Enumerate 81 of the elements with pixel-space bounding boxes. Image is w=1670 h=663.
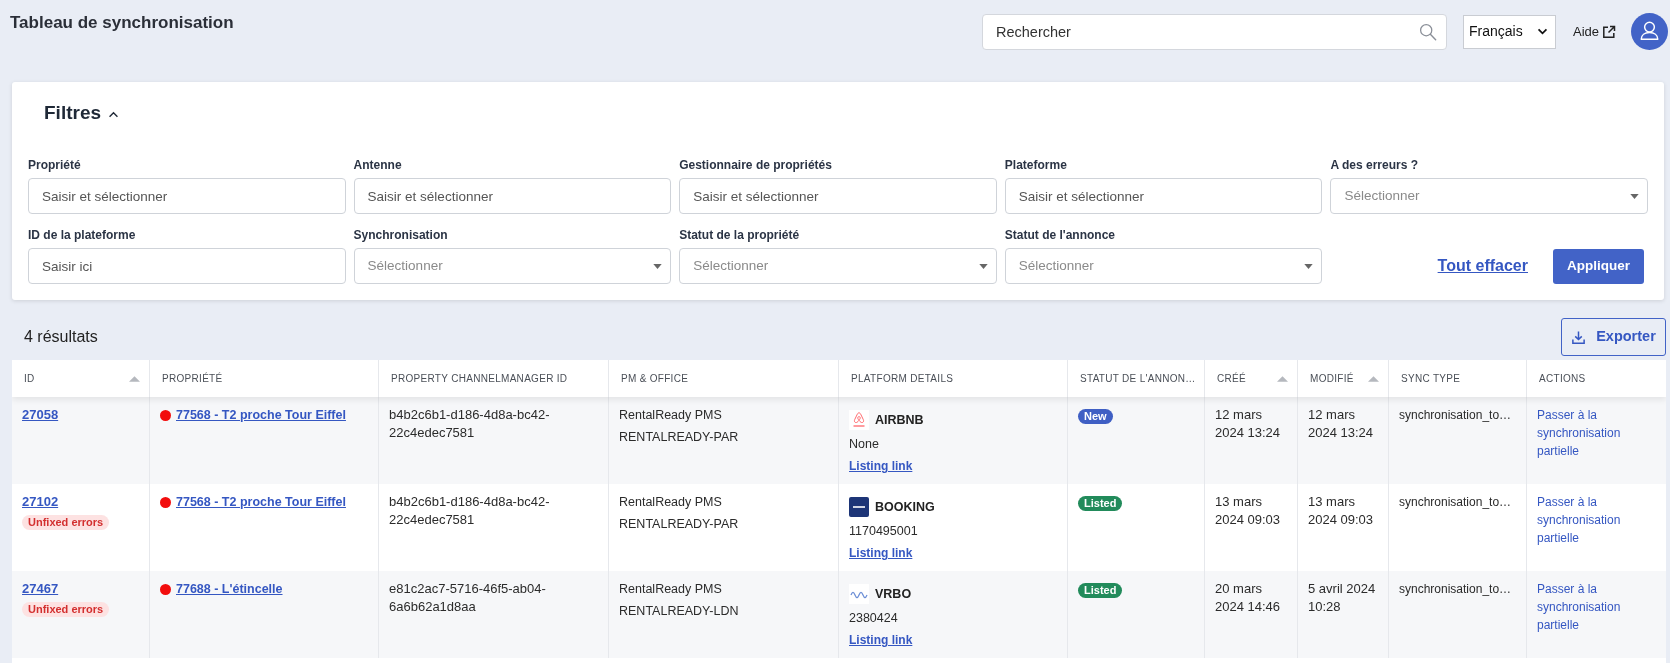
status-badge: Listed xyxy=(1078,496,1123,511)
listing-id: 1170495001 xyxy=(849,523,918,540)
field-label: Propriété xyxy=(28,157,82,173)
platform-name: VRBO xyxy=(875,585,912,603)
apply-button[interactable]: Appliquer xyxy=(1553,248,1644,284)
office-code: RENTALREADY-LDN xyxy=(619,603,739,620)
modified-date: 5 avril 2024 10:28 xyxy=(1308,580,1377,616)
created-date: 20 mars 2024 14:46 xyxy=(1215,580,1282,616)
field-label: Antenne xyxy=(353,157,403,173)
sync-type: synchronisation_to… xyxy=(1399,581,1512,598)
modified-date: 12 mars 2024 13:24 xyxy=(1308,406,1375,442)
search-field[interactable]: Rechercher xyxy=(981,13,1447,50)
column-header[interactable]: ID xyxy=(12,360,149,397)
action-link[interactable]: Passer à la synchronisation partielle xyxy=(1537,406,1656,460)
listing-link[interactable]: Listing link xyxy=(849,457,913,475)
property-link[interactable]: 77568 - T2 proche Tour Eiffel xyxy=(176,406,346,424)
id-link[interactable]: 27058 xyxy=(22,406,59,424)
property-link[interactable]: 77568 - T2 proche Tour Eiffel xyxy=(176,493,346,511)
external-link-icon xyxy=(1602,24,1616,39)
office-code: RENTALREADY-PAR xyxy=(619,516,739,533)
filters-toggle[interactable]: Filtres xyxy=(44,99,120,127)
listing-link[interactable]: Listing link xyxy=(849,544,913,562)
platform-name: AIRBNB xyxy=(875,411,924,429)
text-input-field[interactable]: Saisir et sélectionner xyxy=(1004,178,1323,214)
text-input-field[interactable]: Saisir ici xyxy=(28,248,346,284)
user-avatar-icon[interactable] xyxy=(1631,13,1668,50)
error-badge: Unfixed errors xyxy=(22,602,110,617)
platform-logo-icon xyxy=(849,497,869,517)
field-label: A des erreurs ? xyxy=(1330,157,1419,173)
results-count: 4 résultats xyxy=(23,327,98,347)
id-link[interactable]: 27467 xyxy=(22,580,59,598)
download-icon xyxy=(1571,329,1587,345)
select-field[interactable]: Sélectionner xyxy=(679,248,997,284)
export-button[interactable]: Exporter xyxy=(1561,318,1666,356)
platform-name: BOOKING xyxy=(875,498,935,516)
field-label: Gestionnaire de propriétés xyxy=(679,157,833,173)
channel-manager-id: b4b2c6b1-d186-4d8a-bc42-22c4edec7581 xyxy=(389,406,551,442)
field-label: Statut de l'annonce xyxy=(1004,227,1116,243)
field-label: ID de la plateforme xyxy=(28,227,137,243)
search-icon xyxy=(1418,22,1437,41)
text-input-field[interactable]: Saisir et sélectionner xyxy=(679,178,997,214)
property-link[interactable]: 77688 - L'étincelle xyxy=(176,580,283,598)
page-title: Tableau de synchronisation xyxy=(10,12,234,34)
modified-date: 13 mars 2024 09:03 xyxy=(1308,493,1375,529)
pm-name: RentalReady PMS xyxy=(619,581,722,598)
dropdown-caret-icon xyxy=(978,263,988,269)
sync-type: synchronisation_to… xyxy=(1399,494,1512,511)
text-input-field[interactable]: Saisir et sélectionner xyxy=(28,178,346,214)
listing-link[interactable]: Listing link xyxy=(849,631,913,649)
field-label: Plateforme xyxy=(1004,157,1068,173)
created-date: 13 mars 2024 09:03 xyxy=(1215,493,1282,529)
clear-filters-link[interactable]: Tout effacer xyxy=(1437,254,1528,278)
pm-name: RentalReady PMS xyxy=(619,494,722,511)
status-badge: New xyxy=(1078,409,1113,424)
select-field[interactable]: Sélectionner xyxy=(1330,178,1648,214)
created-date: 12 mars 2024 13:24 xyxy=(1215,406,1282,442)
action-link[interactable]: Passer à la synchronisation partielle xyxy=(1537,580,1656,634)
action-link[interactable]: Passer à la synchronisation partielle xyxy=(1537,493,1656,547)
dropdown-caret-icon xyxy=(1304,263,1314,269)
field-label: Statut de la propriété xyxy=(679,227,801,243)
id-link[interactable]: 27102 xyxy=(22,493,59,511)
chevron-down-icon xyxy=(1536,28,1548,35)
dropdown-caret-icon xyxy=(653,263,663,269)
platform-logo-icon xyxy=(849,410,869,430)
select-field[interactable]: Sélectionner xyxy=(1004,248,1323,284)
select-field[interactable]: Sélectionner xyxy=(353,248,672,284)
dropdown-caret-icon xyxy=(1630,193,1639,199)
listing-id: 2380424 xyxy=(849,610,898,627)
help-link[interactable]: Aide xyxy=(1572,21,1616,42)
platform-logo-icon xyxy=(849,584,869,604)
channel-manager-id: b4b2c6b1-d186-4d8a-bc42-22c4edec7581 xyxy=(389,493,551,529)
error-badge: Unfixed errors xyxy=(22,515,110,530)
sync-type: synchronisation_to… xyxy=(1399,407,1512,424)
office-code: RENTALREADY-PAR xyxy=(619,429,739,446)
language-select[interactable]: Français xyxy=(1462,14,1556,49)
pm-name: RentalReady PMS xyxy=(619,407,722,424)
text-input-field[interactable]: Saisir et sélectionner xyxy=(353,178,672,214)
status-badge: Listed xyxy=(1078,583,1123,598)
channel-manager-id: e81c2ac7-5716-46f5-ab04-6a6b62a1d8aa xyxy=(389,580,547,616)
field-label: Synchronisation xyxy=(353,227,449,243)
listing-id: None xyxy=(849,436,879,453)
